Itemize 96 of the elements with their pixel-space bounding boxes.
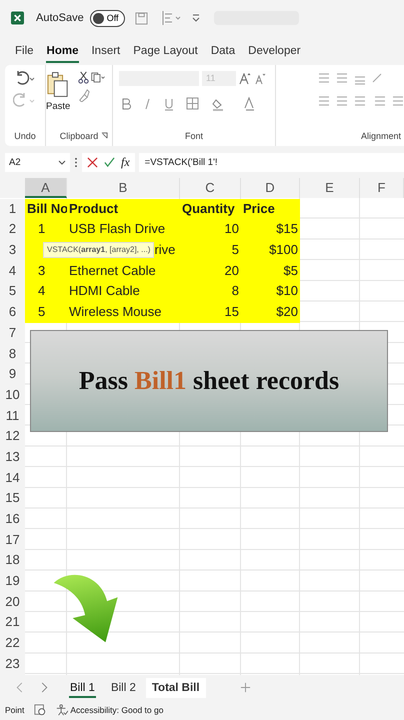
previous-sheet-icon[interactable]	[16, 682, 24, 693]
autosave-toggle[interactable]: Off	[90, 10, 125, 26]
grow-font-icon[interactable]	[239, 72, 251, 84]
table-cell: Bill No	[25, 198, 67, 220]
table-cell: $15	[241, 219, 300, 240]
row-header[interactable]: 22	[0, 633, 25, 654]
accessibility-icon[interactable]	[56, 704, 68, 716]
row-header[interactable]: 11	[0, 406, 25, 426]
status-mode: Point	[5, 704, 24, 714]
row-header[interactable]: 17	[0, 530, 25, 550]
alignment-icons-drawing	[318, 73, 382, 85]
column-header[interactable]: C	[180, 178, 241, 198]
ribbon-tab[interactable]: File	[10, 40, 39, 60]
dialog-launcher-icon[interactable]	[101, 132, 108, 139]
table-cell: Quantity	[180, 198, 241, 220]
redo-icon[interactable]	[13, 93, 37, 109]
column-header[interactable]: F	[360, 178, 404, 198]
table-cell: 10	[180, 219, 241, 240]
table-cell: 8	[180, 281, 241, 302]
column-header[interactable]: E	[300, 178, 360, 198]
group-label: Clipboard	[60, 131, 98, 143]
copy-icon[interactable]	[91, 71, 106, 84]
formula-field[interactable]: =VSTACK('Bill 1'!	[138, 152, 404, 172]
table-cell: Ethernet Cable	[67, 260, 180, 282]
cancel-icon[interactable]	[87, 156, 98, 168]
table-cell: $100	[241, 240, 300, 261]
table-cell: 15	[180, 302, 241, 323]
row-header[interactable]: 23	[0, 654, 25, 674]
row-header[interactable]: 7	[0, 322, 25, 344]
autosave-label: AutoSave	[36, 12, 84, 24]
column-header[interactable]: D	[241, 178, 300, 198]
row-header[interactable]: 13	[0, 446, 25, 468]
function-tooltip: VSTACK(array1, [array2], ...)	[43, 242, 154, 258]
check-icon[interactable]	[104, 156, 115, 168]
brush-icon[interactable]	[76, 89, 92, 102]
name-box[interactable]: A2	[5, 152, 70, 172]
add-sheet-icon[interactable]	[240, 682, 251, 693]
table-cell: $20	[241, 302, 300, 323]
shrink-font-icon[interactable]	[254, 72, 266, 84]
table-cell: HDMI Cable	[67, 281, 180, 302]
ribbon-tab[interactable]: Developer	[243, 40, 306, 60]
row-header[interactable]: 8	[0, 344, 25, 364]
table-cell: 5	[180, 240, 241, 261]
banner-text: Pass Bill1 sheet records	[78, 366, 340, 396]
ribbon-tab[interactable]: Home	[42, 40, 84, 60]
table-cell: 3	[25, 260, 67, 282]
group-label: Undo	[14, 131, 36, 143]
customize-icon[interactable]	[192, 14, 200, 22]
ribbon-tab[interactable]: Data	[206, 40, 240, 60]
table-cell: Wireless Mouse	[67, 302, 180, 323]
next-sheet-icon[interactable]	[40, 682, 48, 693]
table-cell: 5	[25, 302, 67, 323]
row-header[interactable]: 10	[0, 384, 25, 406]
paste-button[interactable]: Paste	[46, 71, 70, 131]
row-header[interactable]: 19	[0, 571, 25, 592]
row-header[interactable]: 4	[0, 260, 25, 282]
table-cell: 1	[25, 219, 67, 240]
ribbon-tab[interactable]: Page Layout	[128, 40, 203, 60]
align-icon[interactable]	[162, 11, 182, 25]
more-icon[interactable]	[74, 156, 78, 168]
row-header[interactable]: 15	[0, 488, 25, 509]
table-cell: $10	[241, 281, 300, 302]
ribbon-tab[interactable]: Insert	[86, 40, 126, 60]
table-cell: 4	[25, 281, 67, 302]
table-cell-text: rive	[154, 241, 176, 260]
column-header[interactable]: A	[25, 178, 67, 198]
row-header[interactable]: 2	[0, 219, 25, 240]
row-header[interactable]: 16	[0, 509, 25, 530]
table-cell: $5	[241, 260, 300, 282]
paste-icon	[47, 71, 70, 98]
table-cell: 20	[180, 260, 241, 282]
row-header[interactable]: 1	[0, 198, 25, 220]
column-header[interactable]: B	[67, 178, 180, 198]
cut-icon[interactable]	[76, 71, 92, 84]
macro-record-icon[interactable]	[34, 704, 46, 716]
table-cell: USB Flash Drive	[67, 219, 180, 240]
row-header[interactable]: 21	[0, 612, 25, 634]
insert-function-button[interactable]: fx	[121, 154, 130, 170]
row-header[interactable]: 18	[0, 550, 25, 572]
excel-logo-icon	[11, 11, 24, 25]
sheet-tab[interactable]: Total Bill	[146, 678, 206, 698]
row-header[interactable]: 12	[0, 426, 25, 447]
table-cell: Product	[67, 198, 180, 220]
row-header[interactable]: 5	[0, 281, 25, 302]
save-icon[interactable]	[134, 12, 148, 24]
sheet-tab[interactable]: Bill 1	[64, 678, 101, 698]
row-header[interactable]: 20	[0, 592, 25, 612]
row-header[interactable]: 14	[0, 468, 25, 488]
row-header[interactable]: 9	[0, 364, 25, 385]
row-header[interactable]: 3	[0, 240, 25, 261]
row-header[interactable]: 6	[0, 302, 25, 323]
group-label: Font	[184, 131, 203, 143]
group-label: Alignment	[360, 131, 402, 143]
table-cell: Price	[241, 198, 300, 220]
accessibility-status[interactable]: Accessibility: Good to go	[70, 704, 164, 714]
sheet-tab[interactable]: Bill 2	[104, 678, 142, 698]
